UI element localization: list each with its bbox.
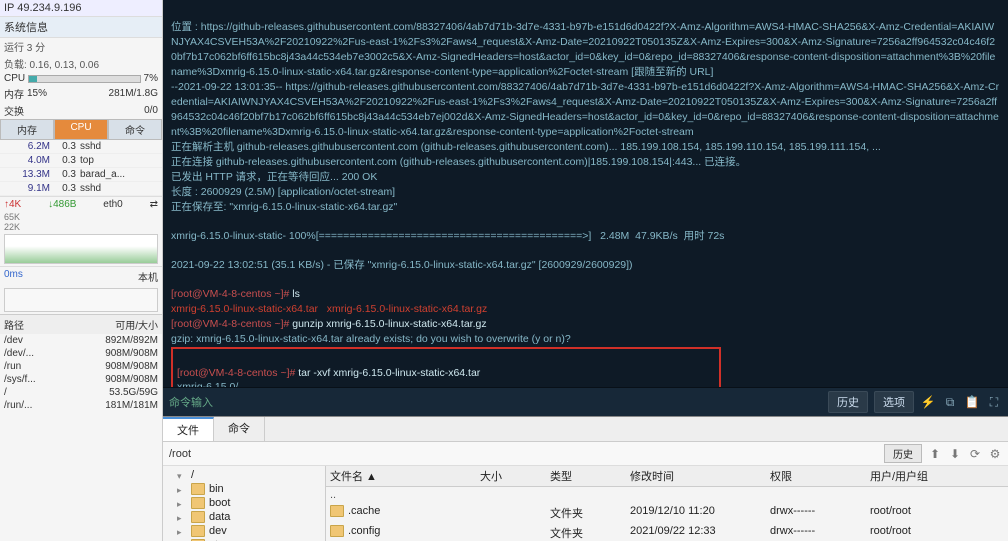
folder-icon [330,525,344,537]
mem-label: 内存 [4,86,24,101]
disk-row: /run/...181M/181M [0,399,162,412]
proc-row: 4.0M0.3top [0,154,162,168]
mem-used: 281M/1.8G [109,88,158,99]
swap-label: 交换 [4,103,24,118]
cpu-pct: 7% [144,73,158,84]
disk-row: /sys/f...908M/908M [0,373,162,386]
folder-icon [191,511,205,523]
cpu-bar [28,75,140,83]
system-sidebar: IP 49.234.9.196 系统信息 运行 3 分 负载: 0.16, 0.… [0,0,163,541]
sysinfo-heading: 系统信息 [0,17,162,38]
list-row[interactable]: .config文件夹2021/09/22 12:33drwx------root… [326,523,1008,541]
bolt-icon[interactable]: ⚡ [920,395,936,409]
disk-row: /dev892M/892M [0,334,162,347]
proc-tabs: 内存 CPU 命令 [0,119,162,140]
highlight-box: [root@VM-4-8-centos ~]# tar -xvf xmrig-6… [171,347,721,387]
cpu-label: CPU [4,73,25,84]
history-button[interactable]: 历史 [828,391,868,413]
col-time[interactable]: 修改时间 [626,467,766,485]
tab-cpu[interactable]: CPU [54,119,108,140]
tree-node: dev [163,524,325,538]
net-row: ↑4K ↓486B eth0 ⇄ [0,196,162,212]
tab-command[interactable]: 命令 [214,417,265,441]
net-latency: 0ms [4,269,23,284]
file-list: 文件名 ▲ 大小 类型 修改时间 权限 用户/用户组 .. .cache文件夹2… [326,466,1008,541]
folder-icon [330,505,344,517]
folder-tree[interactable]: / bin boot data dev etc [163,466,326,541]
net-if-icon: ⇄ [150,199,158,210]
ip-address: IP 49.234.9.196 [0,0,162,17]
tree-up: / [163,468,325,482]
mem-pct: 15% [27,88,47,99]
swap-used: 0/0 [144,105,158,116]
tab-file[interactable]: 文件 [163,417,214,441]
path-history-button[interactable]: 历史 [884,444,922,463]
main-pane: 位置 : https://github-releases.githubuserc… [163,0,1008,541]
load-text: 负载: 0.16, 0.13, 0.06 [0,55,162,72]
net-if: eth0 [103,199,122,210]
options-button[interactable]: 选项 [874,391,914,413]
col-perm[interactable]: 权限 [766,467,866,485]
disk-row: /dev/...908M/908M [0,347,162,360]
col-name[interactable]: 文件名 ▲ [326,467,476,485]
tree-node: boot [163,496,325,510]
disk-row: /run908M/908M [0,360,162,373]
paste-icon[interactable]: 📋 [964,395,980,409]
net-host: 本机 [138,269,158,284]
disk-hdr-size: 可用/大小 [54,317,158,332]
disk-table: 路径可用/大小 /dev892M/892M /dev/...908M/908M … [0,314,162,412]
disk-hdr-path: 路径 [4,317,54,332]
folder-icon [191,483,205,495]
process-table: 6.2M0.3sshd 4.0M0.3top 13.3M0.3barad_a..… [0,140,162,196]
uptime-text: 运行 3 分 [0,38,162,55]
expand-icon[interactable]: ⛶ [986,395,1002,409]
col-type[interactable]: 类型 [546,467,626,485]
list-row-up[interactable]: .. [326,487,1008,503]
copy-icon[interactable]: ⧉ [942,395,958,409]
proc-row: 13.3M0.3barad_a... [0,168,162,182]
latency-sparkline [4,288,158,312]
tab-cmd[interactable]: 命令 [108,119,162,140]
tab-mem[interactable]: 内存 [0,119,54,140]
file-pane: 文件 命令 /root 历史 ⬆ ⬇ ⟳ ⚙ / bin boot data d… [163,416,1008,541]
terminal-output[interactable]: 位置 : https://github-releases.githubuserc… [163,0,1008,387]
col-user[interactable]: 用户/用户组 [866,467,1008,485]
traffic-sparkline [4,234,158,264]
list-row[interactable]: .cache文件夹2019/12/10 11:20drwx------root/… [326,503,1008,523]
folder-icon [191,525,205,537]
settings-icon[interactable]: ⚙ [988,447,1002,461]
command-bar: 命令输入 历史 选项 ⚡ ⧉ 📋 ⛶ [163,387,1008,416]
disk-row: /53.5G/59G [0,386,162,399]
proc-row: 9.1M0.3sshd [0,182,162,196]
list-header[interactable]: 文件名 ▲ 大小 类型 修改时间 权限 用户/用户组 [326,466,1008,487]
tree-node: bin [163,482,325,496]
col-size[interactable]: 大小 [476,467,546,485]
upload-icon[interactable]: ⬆ [928,447,942,461]
tree-node: data [163,510,325,524]
command-input[interactable]: 命令输入 [169,394,822,410]
path-display[interactable]: /root [169,448,878,460]
net-dn: ↓486B [48,199,76,210]
net-up: ↑4K [4,199,21,210]
folder-icon [191,497,205,509]
refresh-icon[interactable]: ⟳ [968,447,982,461]
download-icon[interactable]: ⬇ [948,447,962,461]
proc-row: 6.2M0.3sshd [0,140,162,154]
